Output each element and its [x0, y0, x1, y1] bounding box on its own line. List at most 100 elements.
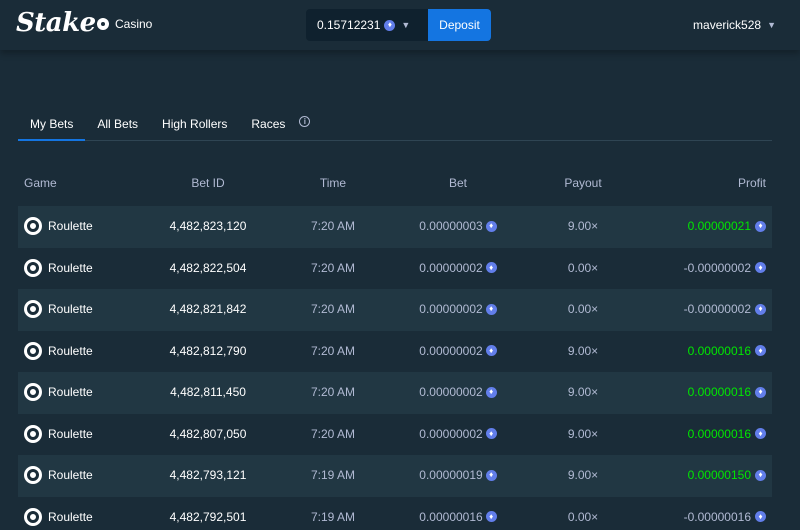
bet-id[interactable]: 4,482,822,504: [168, 261, 248, 275]
tab-high-rollers[interactable]: High Rollers: [150, 107, 239, 141]
bet-time: 7:19 AM: [310, 509, 356, 524]
roulette-icon: [24, 424, 42, 443]
table-row[interactable]: Roulette 4,482,821,842 7:20 AM 0.00000002 ♦ 0…: [18, 289, 772, 331]
bet-amount-cell: 0.00000002 ♦: [403, 344, 513, 358]
game-cell[interactable]: Roulette: [24, 341, 93, 360]
bet-amount-cell: 0.00000002 ♦: [403, 302, 513, 316]
bet-time: 7:20 AM: [310, 426, 356, 441]
table-row[interactable]: Roulette 4,482,823,120 7:20 AM 0.00000003 ♦ 9…: [18, 206, 772, 248]
bet-amount: 0.00000019: [419, 468, 483, 482]
payout-multiplier: 9.00×: [567, 426, 599, 441]
eth-coin-icon: ♦: [384, 19, 396, 31]
bet-amount: 0.00000002: [419, 260, 483, 275]
bet-id[interactable]: 4,482,793,121: [168, 468, 248, 482]
eth-coin-icon: ♦: [485, 262, 497, 273]
payout-multiplier: 9.00×: [567, 343, 599, 358]
payout-multiplier: 9.00×: [567, 468, 599, 482]
info-icon[interactable]: i: [299, 116, 311, 127]
nav-casino[interactable]: Casino: [97, 16, 152, 32]
bets-table-body: Roulette 4,482,823,120 7:20 AM 0.00000003 ♦ 9…: [18, 206, 772, 530]
profit-amount: -0.00000002: [683, 260, 751, 275]
bet-amount-cell: 0.00000019 ♦: [403, 468, 513, 482]
eth-coin-icon: ♦: [755, 511, 766, 522]
game-cell[interactable]: Roulette: [24, 383, 93, 401]
payout-multiplier: 0.00×: [567, 302, 599, 316]
table-row[interactable]: Roulette 4,482,792,501 7:19 AM 0.00000016 ♦ 0…: [18, 497, 772, 530]
user-menu[interactable]: maverick528 ▼: [693, 18, 776, 32]
roulette-icon: [24, 466, 42, 484]
tab-all-bets[interactable]: All Bets: [85, 107, 150, 141]
eth-coin-icon: ♦: [755, 220, 766, 232]
profit-cell: 0.00000016 ♦: [688, 427, 766, 441]
bet-amount: 0.00000003: [419, 219, 483, 233]
game-cell[interactable]: Roulette: [24, 300, 93, 318]
game-name: Roulette: [48, 343, 93, 358]
wallet-balance-selector[interactable]: 0.15712231 ♦ ▼: [306, 9, 428, 41]
bet-amount-cell: 0.00000016 ♦: [403, 510, 513, 524]
table-row[interactable]: Roulette 4,482,811,450 7:20 AM 0.00000002 ♦ 9…: [18, 372, 772, 414]
roulette-icon: [24, 217, 42, 235]
profit-cell: 0.00000150 ♦: [688, 468, 766, 482]
eth-coin-icon: ♦: [485, 345, 497, 356]
table-row[interactable]: Roulette 4,482,812,790 7:20 AM 0.00000002 ♦ 9…: [18, 331, 772, 373]
header-time: Time: [319, 176, 347, 190]
game-cell[interactable]: Roulette: [24, 507, 93, 526]
table-row[interactable]: Roulette 4,482,807,050 7:20 AM 0.00000002 ♦ 9…: [18, 414, 772, 456]
bet-id[interactable]: 4,482,812,790: [168, 344, 248, 358]
profit-amount: 0.00000150: [687, 468, 751, 482]
deposit-button[interactable]: Deposit: [428, 9, 491, 41]
casino-chip-icon: [97, 18, 109, 30]
header-payout: Payout: [564, 176, 602, 190]
header-bet-id: Bet ID: [191, 176, 225, 190]
bet-id[interactable]: 4,482,792,501: [168, 510, 248, 524]
nav-casino-label: Casino: [115, 17, 153, 31]
game-cell[interactable]: Roulette: [24, 258, 93, 277]
game-name: Roulette: [48, 302, 93, 316]
eth-coin-icon: ♦: [755, 345, 766, 356]
tab-races[interactable]: Races: [239, 107, 297, 141]
bet-time: 7:20 AM: [310, 385, 356, 399]
roulette-icon: [24, 341, 42, 360]
game-name: Roulette: [48, 260, 93, 275]
username: maverick528: [693, 18, 762, 32]
eth-coin-icon: ♦: [485, 428, 497, 439]
stake-logo[interactable]: Stake: [16, 8, 96, 38]
bet-amount: 0.00000016: [419, 509, 483, 524]
roulette-icon: [24, 507, 42, 526]
payout-multiplier: 0.00×: [567, 260, 599, 275]
roulette-icon: [24, 383, 42, 401]
eth-coin-icon: ♦: [755, 469, 766, 481]
profit-amount: -0.00000016: [683, 509, 751, 524]
table-row[interactable]: Roulette 4,482,793,121 7:19 AM 0.00000019 ♦ 9…: [18, 455, 772, 497]
table-row[interactable]: Roulette 4,482,822,504 7:20 AM 0.00000002 ♦ 0…: [18, 248, 772, 290]
eth-coin-icon: ♦: [755, 428, 766, 439]
bet-id[interactable]: 4,482,823,120: [168, 219, 248, 233]
bet-time: 7:20 AM: [310, 219, 356, 233]
game-cell[interactable]: Roulette: [24, 466, 93, 484]
bet-amount: 0.00000002: [419, 426, 483, 441]
bet-amount-cell: 0.00000003 ♦: [403, 219, 513, 233]
bet-id[interactable]: 4,482,821,842: [168, 302, 248, 316]
bet-amount: 0.00000002: [419, 343, 483, 358]
bet-amount: 0.00000002: [419, 302, 483, 316]
profit-cell: -0.00000002 ♦: [684, 261, 766, 275]
game-name: Roulette: [48, 219, 93, 233]
game-name: Roulette: [48, 509, 93, 524]
bet-time: 7:19 AM: [310, 468, 356, 482]
eth-coin-icon: ♦: [485, 220, 497, 232]
profit-amount: 0.00000021: [687, 219, 751, 233]
game-name: Roulette: [48, 385, 93, 399]
bet-amount-cell: 0.00000002 ♦: [403, 261, 513, 275]
tab-my-bets[interactable]: My Bets: [18, 107, 86, 141]
profit-amount: 0.00000016: [687, 343, 751, 358]
chevron-down-icon: ▼: [401, 20, 411, 30]
eth-coin-icon: ♦: [485, 469, 497, 481]
bet-id[interactable]: 4,482,811,450: [168, 385, 248, 399]
table-header: Game Bet ID Time Bet Payout Profit: [18, 176, 772, 190]
profit-cell: 0.00000021 ♦: [688, 219, 766, 233]
payout-multiplier: 0.00×: [567, 509, 599, 524]
game-cell[interactable]: Roulette: [24, 217, 93, 235]
header-game: Game: [24, 176, 57, 190]
bet-id[interactable]: 4,482,807,050: [168, 427, 248, 441]
game-cell[interactable]: Roulette: [24, 424, 93, 443]
